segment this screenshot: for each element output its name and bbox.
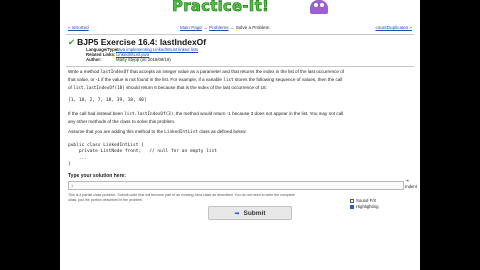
divider [66, 66, 414, 67]
sound-fx-checkbox[interactable] [350, 198, 354, 203]
solution-editor[interactable]: 1 [68, 181, 404, 190]
example-list-values: [1, 18, 2, 7, 18, 39, 18, 40] [68, 98, 147, 103]
breadcrumb-current: Solve a Problem [235, 25, 270, 30]
author-value: Marty Stepp (on 2019/09/19) [116, 57, 171, 63]
partial-class-note: This is a partial class problem. Submit … [68, 193, 295, 202]
highlighting-checkbox[interactable] [350, 204, 354, 209]
solution-label: Type your solution here: [68, 173, 126, 179]
class-definition-code: public class LinkedIntList { private Lis… [68, 143, 218, 168]
practice-it-page: Practice-It! « isSorted Main Page → Prob… [60, 0, 420, 270]
submit-button[interactable]: ➡ Submit [208, 206, 292, 220]
indent-icon: ⇥ [405, 178, 409, 183]
line-number: 1 [71, 183, 74, 188]
problem-meta: Language/Type: Java implementing LinkedI… [86, 47, 198, 63]
problem-description: Write a method lastIndexOf that accepts … [68, 69, 345, 92]
divider [66, 34, 414, 35]
indent-button[interactable]: ⇥ Indent [405, 178, 420, 189]
top-navigation: « isSorted Main Page → Problems → Solve … [60, 23, 420, 33]
problem-description-3: Assume that you are adding this method t… [68, 129, 247, 135]
breadcrumb: Main Page → Problems → Solve a Problem [180, 25, 269, 30]
prev-problem-link[interactable]: « isSorted [68, 25, 89, 30]
meta-row-author: Author: Marty Stepp (on 2019/09/19) [86, 57, 171, 63]
breadcrumb-problems[interactable]: Problems [209, 25, 228, 30]
highlighting-option[interactable]: Highlighting [350, 204, 378, 210]
breadcrumb-main-page[interactable]: Main Page [180, 25, 202, 30]
submit-arrow-icon: ➡ [234, 210, 240, 217]
logo-text: Practice-It! [172, 0, 269, 15]
mascot-icon [310, 0, 328, 14]
solved-check-icon: ✔ [68, 37, 76, 47]
practice-it-logo[interactable]: Practice-It! [160, 0, 330, 15]
editor-options: Sound F/X Highlighting [350, 198, 378, 210]
next-problem-link[interactable]: countDuplicates » [375, 25, 412, 30]
problem-description-2: If the call had instead been list.lastIn… [68, 111, 344, 125]
